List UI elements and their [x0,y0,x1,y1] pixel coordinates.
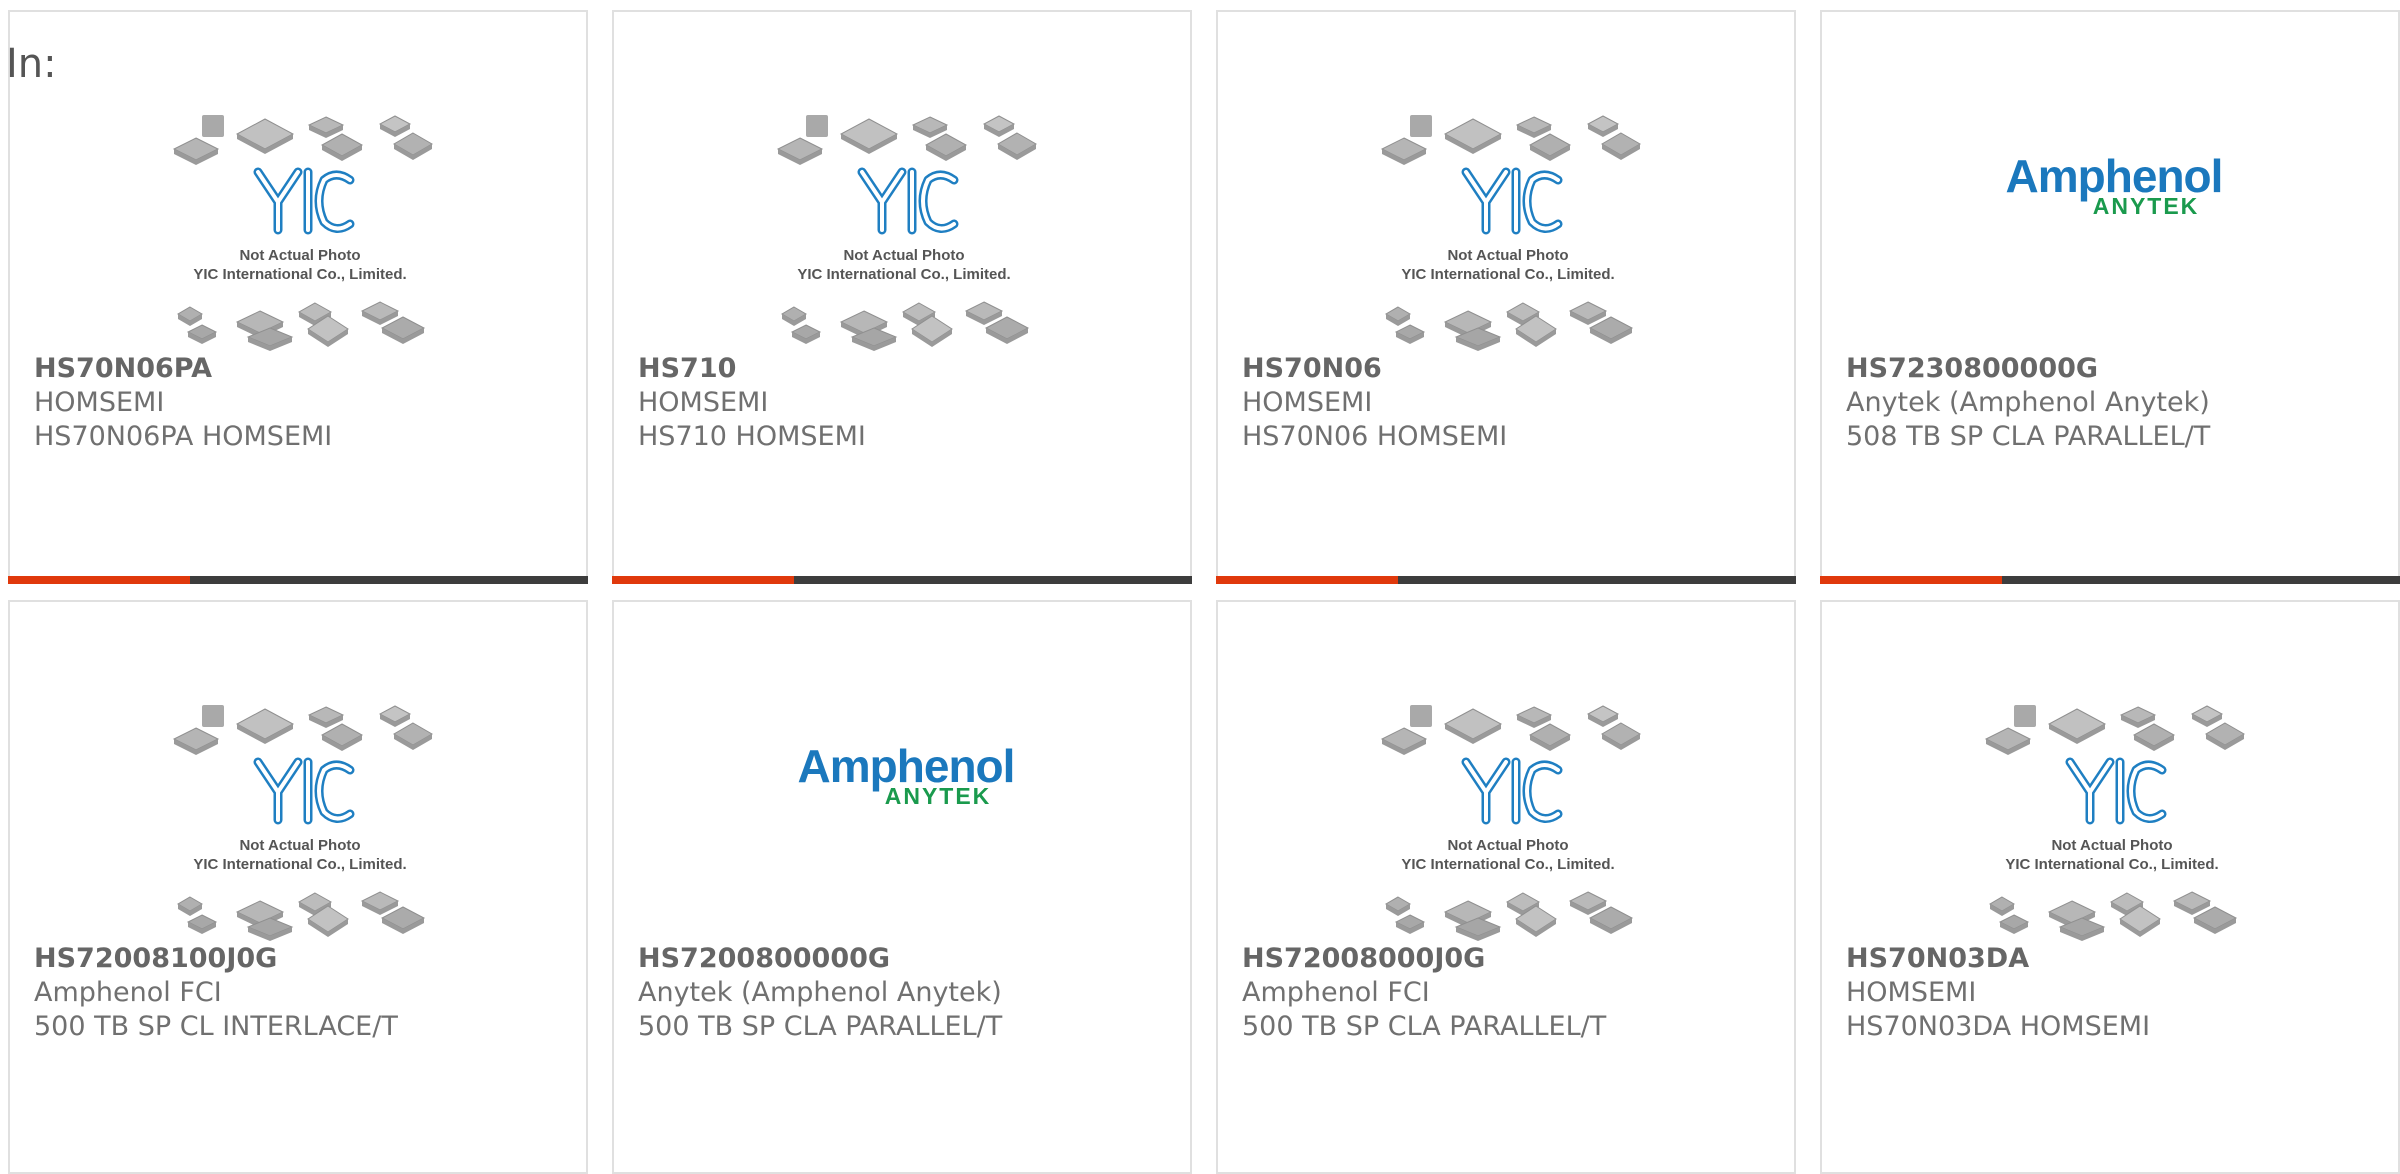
product-card[interactable]: Not Actual Photo YIC International Co., L… [1820,600,2400,1174]
manufacturer-name: Anytek (Amphenol Anytek) [638,977,1002,1008]
svg-text:ANYTEK: ANYTEK [885,783,992,809]
card-hover-bar [8,576,588,584]
product-card[interactable]: Amphenol ANYTEK HS7200800000G Anytek (Amphe… [612,600,1192,1174]
yic-logo-icon [1461,757,1563,825]
product-card[interactable]: Not Actual Photo YIC International Co., L… [1216,10,1796,584]
product-info: HS70N03DA HOMSEMI HS70N03DA HOMSEMI [1846,942,2388,1044]
product-placeholder-image[interactable]: Not Actual Photo YIC International Co., L… [1822,602,2398,942]
card-accent-bar [8,576,190,584]
chip-graphics [776,115,1037,351]
product-description: 500 TB SP CL INTERLACE/T [34,1011,398,1042]
not-actual-photo-text: Not Actual Photo [1447,247,1568,264]
chip-graphics [1984,705,2245,941]
manufacturer-name: HOMSEMI [1242,387,1373,418]
company-name-text: YIC International Co., Limited. [2005,856,2218,873]
part-number-link[interactable]: HS710 [638,352,1180,386]
yic-logo-icon [253,757,355,825]
card-hover-bar [1216,576,1796,584]
in-label: In: [6,41,57,87]
card-accent-bar [1820,576,2002,584]
chip-graphics [172,705,433,941]
product-info: HS72008100J0G Amphenol FCI 500 TB SP CL IN… [34,942,576,1044]
product-card[interactable]: Not Actual Photo YIC International Co., L… [1216,600,1796,1174]
company-name-text: YIC International Co., Limited. [193,266,406,283]
product-placeholder-image[interactable]: Not Actual Photo YIC International Co., L… [10,12,586,352]
part-number-link[interactable]: HS7230800000G [1846,352,2388,386]
product-description: HS710 HOMSEMI [638,421,866,452]
yic-logo-icon [2065,757,2167,825]
card-accent-bar [612,576,794,584]
product-card[interactable]: Not Actual Photo YIC International Co., L… [8,10,588,584]
not-actual-photo-text: Not Actual Photo [2051,837,2172,854]
product-card[interactable]: Not Actual Photo YIC International Co., L… [8,600,588,1174]
yic-logo-icon [857,167,959,235]
manufacturer-name: Amphenol FCI [34,977,222,1008]
product-info: HS72008000J0G Amphenol FCI 500 TB SP CLA P… [1242,942,1784,1044]
product-info: HS70N06 HOMSEMI HS70N06 HOMSEMI [1242,352,1784,454]
manufacturer-name: Anytek (Amphenol Anytek) [1846,387,2210,418]
product-info: HS7230800000G Anytek (Amphenol Anytek) 508… [1846,352,2388,454]
product-description: 508 TB SP CLA PARALLEL/T [1846,421,2211,452]
amphenol-anytek-logo: AmphenolANYTEK [798,740,1016,809]
not-actual-photo-text: Not Actual Photo [843,247,964,264]
manufacturer-logo-image[interactable]: Amphenol ANYTEK [614,602,1190,942]
yic-logo-icon [253,167,355,235]
part-number-link[interactable]: HS7200800000G [638,942,1180,976]
product-placeholder-image[interactable]: Not Actual Photo YIC International Co., L… [614,12,1190,352]
card-hover-bar [612,576,1192,584]
product-description: 500 TB SP CLA PARALLEL/T [638,1011,1003,1042]
part-number-link[interactable]: HS70N06 [1242,352,1784,386]
not-actual-photo-text: Not Actual Photo [239,837,360,854]
product-description: HS70N06 HOMSEMI [1242,421,1508,452]
chip-graphics [1380,705,1641,941]
company-name-text: YIC International Co., Limited. [1401,266,1614,283]
manufacturer-name: Amphenol FCI [1242,977,1430,1008]
yic-logo-icon [1461,167,1563,235]
not-actual-photo-text: Not Actual Photo [239,247,360,264]
part-number-link[interactable]: HS72008100J0G [34,942,576,976]
part-number-link[interactable]: HS70N06PA [34,352,576,386]
manufacturer-name: HOMSEMI [34,387,165,418]
manufacturer-logo-image[interactable]: Amphenol ANYTEK [1822,12,2398,352]
part-number-link[interactable]: HS70N03DA [1846,942,2388,976]
part-number-link[interactable]: HS72008000J0G [1242,942,1784,976]
product-info: HS70N06PA HOMSEMI HS70N06PA HOMSEMI [34,352,576,454]
product-description: HS70N06PA HOMSEMI [34,421,333,452]
product-info: HS7200800000G Anytek (Amphenol Anytek) 500… [638,942,1180,1044]
chip-graphics [172,115,433,351]
product-placeholder-image[interactable]: Not Actual Photo YIC International Co., L… [1218,602,1794,942]
product-description: HS70N03DA HOMSEMI [1846,1011,2151,1042]
svg-text:ANYTEK: ANYTEK [2093,193,2200,219]
chip-graphics [1380,115,1641,351]
product-card[interactable]: Not Actual Photo YIC International Co., L… [612,10,1192,584]
product-card[interactable]: Amphenol ANYTEK HS7230800000G Anytek (Amphe… [1820,10,2400,584]
company-name-text: YIC International Co., Limited. [1401,856,1614,873]
product-info: HS710 HOMSEMI HS710 HOMSEMI [638,352,1180,454]
not-actual-photo-text: Not Actual Photo [1447,837,1568,854]
product-placeholder-image[interactable]: Not Actual Photo YIC International Co., L… [1218,12,1794,352]
manufacturer-name: HOMSEMI [1846,977,1977,1008]
card-accent-bar [1216,576,1398,584]
manufacturer-name: HOMSEMI [638,387,769,418]
amphenol-anytek-logo: AmphenolANYTEK [2006,150,2224,219]
company-name-text: YIC International Co., Limited. [193,856,406,873]
company-name-text: YIC International Co., Limited. [797,266,1010,283]
product-description: 500 TB SP CLA PARALLEL/T [1242,1011,1607,1042]
card-hover-bar [1820,576,2400,584]
product-placeholder-image[interactable]: Not Actual Photo YIC International Co., L… [10,602,586,942]
